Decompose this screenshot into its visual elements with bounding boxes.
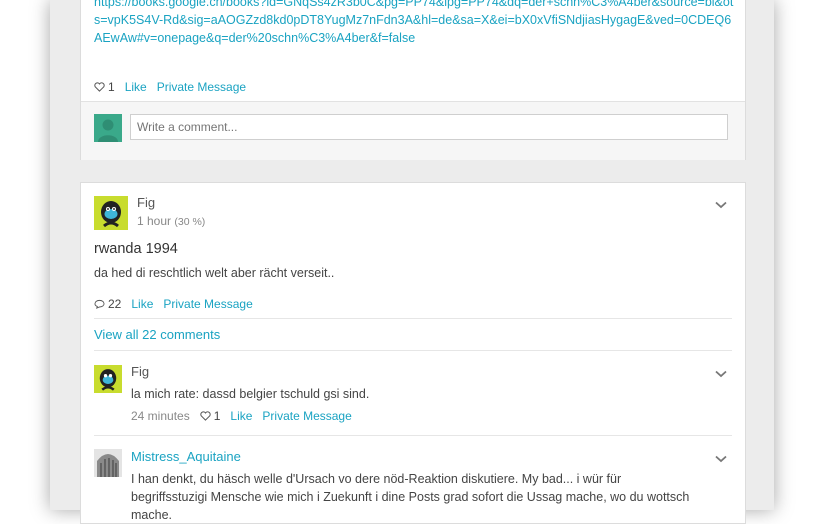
divider <box>94 350 732 351</box>
avatar[interactable] <box>94 449 122 477</box>
like-button[interactable]: Like <box>125 80 147 94</box>
post-card: Fig 1 hour (30 %) rwanda 1994 da hed di … <box>80 182 746 524</box>
like-button[interactable]: Like <box>230 409 252 423</box>
like-count-value: 1 <box>108 80 115 94</box>
private-message-button[interactable]: Private Message <box>262 409 351 423</box>
post-time: 1 hour (30 %) <box>137 214 205 228</box>
avatar[interactable] <box>94 365 122 393</box>
like-count-value: 1 <box>213 409 221 423</box>
comment-bar <box>81 101 745 160</box>
post-author[interactable]: Fig <box>137 195 155 210</box>
post-card-link: https://books.google.ch/books?id=GNqSs4z… <box>80 0 746 160</box>
comment-actions: 24 minutes 1 Like Private Message <box>131 409 352 423</box>
post-actions: 22 Like Private Message <box>94 297 253 311</box>
post-percent: (30 %) <box>174 216 206 228</box>
chevron-down-icon[interactable] <box>715 201 727 209</box>
chevron-down-icon[interactable] <box>715 455 727 463</box>
post-title: rwanda 1994 <box>94 241 178 257</box>
like-button[interactable]: Like <box>131 297 153 311</box>
divider <box>94 318 732 319</box>
post-link-url[interactable]: https://books.google.ch/books?id=GNqSs4z… <box>94 0 739 47</box>
comment-count-value: 22 <box>108 297 122 311</box>
comment-author[interactable]: Fig <box>131 364 149 379</box>
like-count: 1 <box>200 409 221 423</box>
post-actions: 1 Like Private Message <box>94 80 246 94</box>
post-time-value: 1 hour <box>137 214 172 228</box>
chevron-down-icon[interactable] <box>715 370 727 378</box>
private-message-button[interactable]: Private Message <box>157 80 246 94</box>
comment-bubble-icon <box>94 299 105 309</box>
comment-input[interactable] <box>130 114 728 140</box>
comment-author[interactable]: Mistress_Aquitaine <box>131 449 241 464</box>
comment-text: la mich rate: dassd belgier tschuld gsi … <box>131 387 370 401</box>
post-body: da hed di reschtlich welt aber rächt ver… <box>94 266 335 280</box>
comment-count: 22 <box>94 297 121 311</box>
divider <box>94 435 732 436</box>
avatar[interactable] <box>94 196 128 230</box>
comment-text: I han denkt, du häsch welle d'Ursach vo … <box>131 472 690 522</box>
feed-column: https://books.google.ch/books?id=GNqSs4z… <box>50 0 774 524</box>
private-message-button[interactable]: Private Message <box>163 297 252 311</box>
comment-time: 24 minutes <box>131 409 190 423</box>
view-all-comments-link[interactable]: View all 22 comments <box>94 327 220 342</box>
like-count: 1 <box>94 80 115 94</box>
heart-icon <box>94 82 105 92</box>
default-avatar-icon <box>94 114 122 142</box>
heart-icon <box>200 411 211 421</box>
